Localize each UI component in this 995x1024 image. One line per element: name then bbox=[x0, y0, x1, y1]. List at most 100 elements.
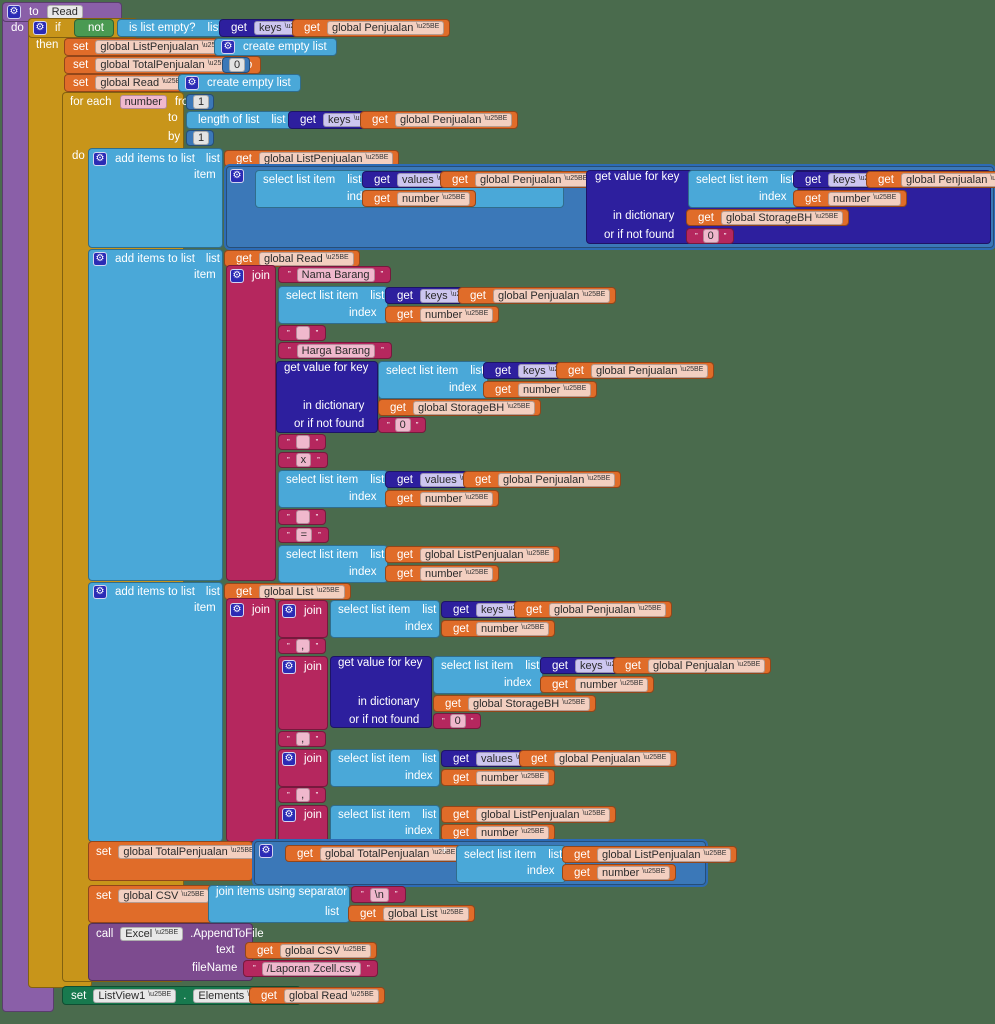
get-number-block[interactable]: get number \u25BE bbox=[793, 190, 908, 207]
variable-dropdown[interactable]: global StorageBH \u25BE bbox=[413, 400, 536, 415]
variable-dropdown[interactable]: global StorageBH \u25BE bbox=[468, 696, 591, 711]
get-number-block[interactable]: get number \u25BE bbox=[562, 864, 677, 881]
gear-icon[interactable] bbox=[7, 5, 21, 19]
number-block-by[interactable]: 1 bbox=[186, 130, 215, 146]
text-field[interactable]: , bbox=[295, 788, 310, 802]
add-items-to-list-block-2[interactable] bbox=[88, 249, 223, 581]
variable-dropdown[interactable]: number \u25BE bbox=[518, 382, 592, 397]
variable-dropdown[interactable]: global Read \u25BE bbox=[95, 76, 191, 90]
get-global-storagebh-block[interactable]: get global StorageBH \u25BE bbox=[378, 399, 542, 416]
text-field[interactable] bbox=[295, 435, 310, 449]
get-global-penjualan-block[interactable]: get global Penjualan\u25BE bbox=[514, 601, 673, 618]
get-global-penjualan-block[interactable]: get global Penjualan\u25BE bbox=[463, 471, 622, 488]
get-number-block[interactable]: get number \u25BE bbox=[483, 381, 598, 398]
variable-dropdown[interactable]: global Penjualan\u25BE bbox=[648, 658, 766, 673]
gear-icon[interactable] bbox=[230, 169, 244, 183]
variable-dropdown[interactable]: global CSV \u25BE bbox=[280, 943, 372, 958]
gear-icon[interactable] bbox=[282, 659, 296, 674]
get-global-penjualan-block[interactable]: get global Penjualan\u25BE bbox=[556, 362, 715, 379]
get-global-penjualan-block[interactable]: get global Penjualan\u25BE bbox=[360, 111, 519, 129]
variable-dropdown[interactable]: global List \u25BE bbox=[383, 906, 469, 921]
text-block-zero[interactable]: ” 0 ” bbox=[686, 228, 735, 244]
variable-dropdown[interactable]: global ListPenjualan\u25BE bbox=[95, 40, 230, 54]
variable-dropdown[interactable]: global Penjualan\u25BE bbox=[591, 363, 709, 378]
add-items-to-list-block-3[interactable] bbox=[88, 582, 223, 842]
loop-variable-field[interactable]: number bbox=[119, 94, 167, 109]
variable-dropdown[interactable]: number \u25BE bbox=[597, 865, 671, 880]
not-block[interactable]: not bbox=[74, 19, 114, 37]
create-empty-list-block-1[interactable]: create empty list bbox=[214, 38, 337, 56]
get-number-block[interactable]: get number \u25BE bbox=[385, 490, 500, 507]
variable-dropdown[interactable]: number \u25BE bbox=[420, 491, 494, 506]
text-block-comma-2[interactable]: ” , ” bbox=[278, 731, 327, 747]
get-global-read-block-final[interactable]: get global Read \u25BE bbox=[249, 987, 385, 1004]
number-field[interactable]: 0 bbox=[229, 58, 246, 72]
text-field[interactable]: Nama Barang bbox=[296, 267, 375, 282]
text-block-x[interactable]: ” x ” bbox=[278, 452, 328, 468]
procedure-name-field[interactable]: Read bbox=[46, 5, 83, 19]
length-of-list-block[interactable]: length of list list bbox=[186, 111, 295, 129]
get-number-block[interactable]: get number \u25BE bbox=[441, 769, 556, 786]
text-block-filename[interactable]: ” /Laporan Zcell.csv ” bbox=[243, 960, 378, 977]
text-block-space-3[interactable]: ” ” bbox=[278, 509, 327, 525]
variable-dropdown[interactable]: number \u25BE bbox=[476, 621, 550, 636]
text-field[interactable] bbox=[295, 510, 310, 524]
get-number-block[interactable]: get number \u25BE bbox=[385, 565, 500, 582]
variable-dropdown[interactable]: number \u25BE bbox=[476, 770, 550, 785]
text-field[interactable]: 0 bbox=[449, 714, 466, 728]
addition-gear[interactable] bbox=[259, 844, 273, 858]
get-global-penjualan-block[interactable]: get global Penjualan\u25BE bbox=[458, 287, 617, 304]
gear-icon[interactable] bbox=[230, 602, 244, 617]
get-number-block[interactable]: get number \u25BE bbox=[441, 824, 556, 841]
gear-icon[interactable] bbox=[221, 40, 235, 54]
text-field[interactable]: = bbox=[295, 528, 313, 542]
variable-dropdown[interactable]: global Penjualan\u25BE bbox=[493, 288, 611, 303]
variable-dropdown[interactable]: global Penjualan\u25BE bbox=[327, 21, 445, 35]
text-block-newline[interactable]: ” \n ” bbox=[351, 886, 406, 903]
text-block-equals[interactable]: ” = ” bbox=[278, 527, 329, 543]
text-block-comma-3[interactable]: ” , ” bbox=[278, 787, 327, 803]
variable-dropdown[interactable]: number \u25BE bbox=[420, 566, 494, 581]
get-global-listpenjualan-block[interactable]: get global ListPenjualan \u25BE bbox=[441, 806, 617, 823]
component-dropdown[interactable]: ListView1 \u25BE bbox=[93, 988, 177, 1003]
get-global-storagebh-block[interactable]: get global StorageBH \u25BE bbox=[686, 209, 850, 226]
variable-dropdown[interactable]: global ListPenjualan\u25BE bbox=[259, 151, 394, 166]
variable-dropdown[interactable]: global ListPenjualan\u25BE bbox=[420, 547, 555, 562]
text-field[interactable]: \n bbox=[369, 887, 389, 902]
component-dropdown[interactable]: Excel \u25BE bbox=[120, 926, 184, 941]
gear-icon[interactable] bbox=[230, 268, 244, 283]
text-block-space-1[interactable]: ” ” bbox=[278, 325, 327, 341]
variable-dropdown[interactable]: global Penjualan\u25BE bbox=[901, 172, 995, 187]
variable-dropdown[interactable]: number \u25BE bbox=[476, 825, 550, 840]
gear-icon[interactable] bbox=[33, 21, 47, 35]
is-list-empty-block[interactable]: is list empty? list bbox=[117, 19, 231, 37]
get-global-listpenjualan-block[interactable]: get global ListPenjualan \u25BE bbox=[385, 546, 561, 563]
get-number-block[interactable]: get number \u25BE bbox=[441, 620, 556, 637]
gear-icon[interactable] bbox=[282, 807, 296, 822]
variable-dropdown[interactable]: global TotalPenjualan \u25BE bbox=[95, 58, 236, 72]
number-block-zero[interactable]: 0 bbox=[222, 57, 251, 73]
text-block-nama-barang[interactable]: ” Nama Barang ” bbox=[278, 266, 392, 283]
create-empty-list-block-2[interactable]: create empty list bbox=[178, 74, 301, 92]
gear-icon[interactable] bbox=[93, 584, 107, 599]
text-block-zero[interactable]: ” 0 ” bbox=[378, 417, 427, 433]
text-block-space-2[interactable]: ” ” bbox=[278, 434, 327, 450]
get-global-csv-block[interactable]: get global CSV \u25BE bbox=[245, 942, 378, 959]
variable-dropdown[interactable]: global Penjualan\u25BE bbox=[549, 602, 667, 617]
get-global-penjualan-block[interactable]: get global Penjualan\u25BE bbox=[440, 171, 599, 188]
get-number-block[interactable]: get number \u25BE bbox=[540, 676, 655, 693]
get-global-listpenjualan-block[interactable]: get global ListPenjualan \u25BE bbox=[224, 150, 400, 167]
text-field[interactable]: 0 bbox=[394, 418, 411, 432]
variable-dropdown[interactable]: global CSV \u25BE bbox=[118, 888, 210, 903]
gear-icon[interactable] bbox=[282, 603, 296, 618]
variable-dropdown[interactable]: global List \u25BE bbox=[259, 584, 345, 599]
join-block-outer-3[interactable] bbox=[226, 598, 276, 842]
text-field[interactable]: 0 bbox=[702, 229, 719, 243]
number-field[interactable]: 1 bbox=[193, 95, 210, 109]
number-field[interactable]: 1 bbox=[193, 131, 210, 145]
get-global-penjualan-block[interactable]: get global Penjualan\u25BE bbox=[613, 657, 772, 674]
text-field[interactable]: , bbox=[295, 639, 310, 653]
get-global-storagebh-block[interactable]: get global StorageBH \u25BE bbox=[433, 695, 597, 712]
variable-dropdown[interactable]: number \u25BE bbox=[420, 307, 494, 322]
number-block-from[interactable]: 1 bbox=[186, 94, 215, 110]
